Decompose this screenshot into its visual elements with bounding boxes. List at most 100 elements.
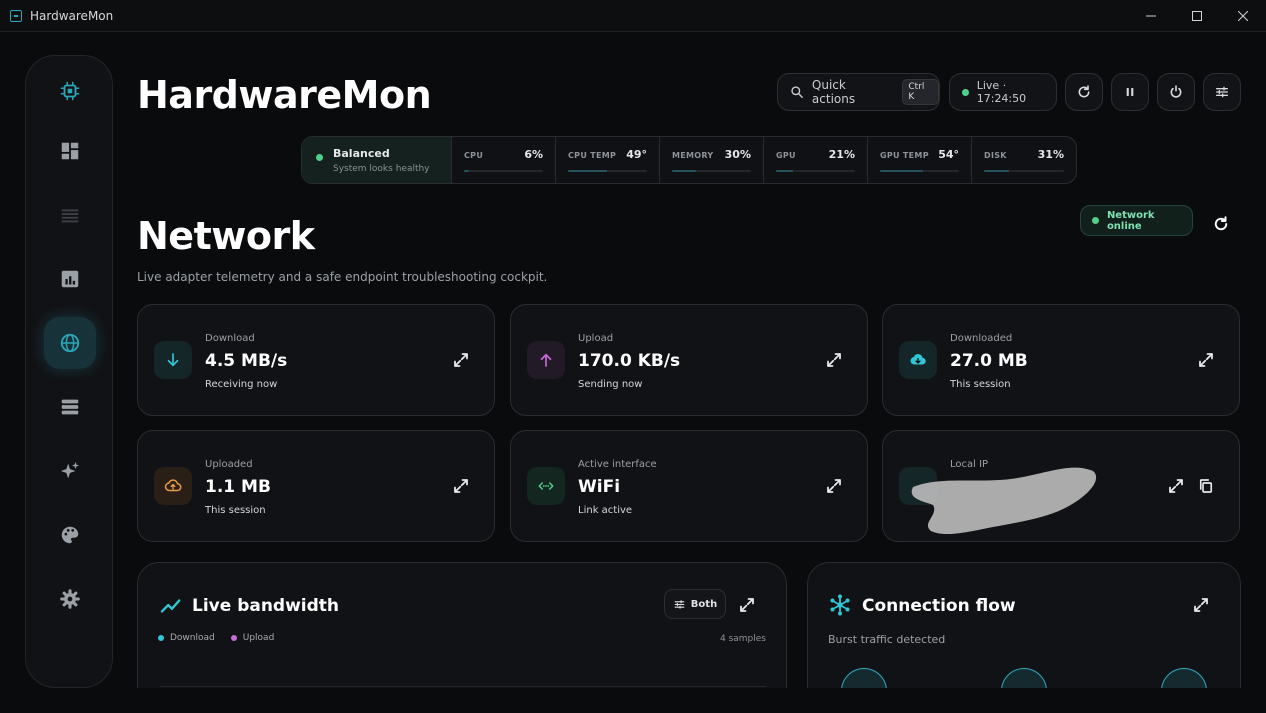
card-label: Active interface bbox=[578, 459, 657, 470]
cloud-download-icon bbox=[910, 354, 926, 365]
card-subtext: Receiving now bbox=[205, 379, 278, 390]
maximize-icon bbox=[1192, 11, 1202, 21]
maximize-button[interactable] bbox=[1174, 0, 1220, 32]
expand-icon[interactable] bbox=[825, 477, 843, 495]
sidebar-item-list[interactable] bbox=[44, 189, 96, 241]
sample-count: 4 samples bbox=[720, 634, 766, 644]
metric-memory: MEMORY 30% bbox=[660, 137, 764, 183]
palette-icon bbox=[61, 526, 79, 544]
legend-upload: Upload bbox=[242, 633, 275, 643]
sliders-icon bbox=[674, 599, 685, 609]
downloaded-total-card: Downloaded 27.0 MB This session bbox=[882, 304, 1240, 416]
close-button[interactable] bbox=[1220, 0, 1266, 32]
minimize-button[interactable] bbox=[1128, 0, 1174, 32]
metric-value: 31% bbox=[1037, 148, 1064, 161]
metric-label: DISK bbox=[984, 151, 1007, 160]
pause-button[interactable] bbox=[1111, 73, 1149, 111]
cpu-icon bbox=[60, 81, 80, 101]
metric-value: 49° bbox=[626, 148, 647, 161]
sidebar-item-sparkles[interactable] bbox=[44, 445, 96, 497]
expand-icon[interactable] bbox=[825, 351, 843, 369]
metric-label: GPU TEMP bbox=[880, 151, 929, 160]
expand-icon[interactable] bbox=[452, 477, 470, 495]
power-profile[interactable]: Balanced System looks healthy bbox=[302, 137, 452, 183]
reset-button[interactable] bbox=[1157, 73, 1195, 111]
sidebar-item-storage[interactable] bbox=[44, 381, 96, 433]
network-nodes-icon bbox=[830, 594, 850, 616]
metric-cpu-temp: CPU TEMP 49° bbox=[556, 137, 660, 183]
sidebar bbox=[25, 55, 113, 688]
card-icon-tile bbox=[154, 341, 192, 379]
sparkles-icon bbox=[60, 461, 80, 479]
title-bar: HardwareMon bbox=[0, 0, 1266, 32]
card-label: Upload bbox=[578, 333, 614, 344]
card-value: 170.0 KB/s bbox=[578, 351, 681, 371]
card-label: Download bbox=[205, 333, 255, 344]
card-icon-tile bbox=[527, 467, 565, 505]
expand-icon[interactable] bbox=[1197, 351, 1215, 369]
page-refresh-button[interactable] bbox=[1208, 211, 1234, 237]
cloud-upload-icon bbox=[164, 479, 182, 492]
local-ip-card: Local IP bbox=[882, 430, 1240, 542]
network-status-label: Network online bbox=[1106, 209, 1155, 232]
metric-label: CPU bbox=[464, 151, 484, 160]
metric-gpu-temp: GPU TEMP 54° bbox=[868, 137, 972, 183]
expand-icon[interactable] bbox=[452, 351, 470, 369]
trend-line-icon bbox=[160, 599, 181, 613]
card-icon-tile bbox=[527, 341, 565, 379]
sidebar-item-cpu[interactable] bbox=[44, 65, 96, 117]
filter-label: Both bbox=[690, 598, 718, 610]
app-title: HardwareMon bbox=[137, 73, 432, 117]
copy-icon[interactable] bbox=[1197, 477, 1215, 495]
globe-icon bbox=[60, 333, 80, 353]
arrow-down-icon bbox=[167, 353, 179, 367]
download-rate-card: Download 4.5 MB/s Receiving now bbox=[137, 304, 495, 416]
restart-icon bbox=[1170, 85, 1182, 98]
upload-legend-dot bbox=[230, 635, 237, 641]
sidebar-item-charts[interactable] bbox=[44, 253, 96, 305]
interface-icon bbox=[538, 482, 554, 490]
card-value: 1.1 MB bbox=[205, 477, 271, 497]
metric-value: 54° bbox=[938, 148, 959, 161]
chart-legend: Download Upload bbox=[158, 633, 274, 643]
metric-bar bbox=[672, 170, 751, 172]
sidebar-item-settings[interactable] bbox=[44, 573, 96, 625]
expand-icon[interactable] bbox=[738, 596, 756, 614]
card-icon-tile bbox=[899, 341, 937, 379]
refresh-button[interactable] bbox=[1065, 73, 1103, 111]
metric-bar bbox=[880, 170, 959, 172]
metric-bar bbox=[776, 170, 855, 172]
sidebar-item-dashboard[interactable] bbox=[44, 125, 96, 177]
card-value: 27.0 MB bbox=[950, 351, 1028, 371]
card-subtext: Link active bbox=[578, 505, 633, 516]
chart-icon bbox=[61, 270, 79, 288]
card-subtext: Sending now bbox=[578, 379, 643, 390]
metric-label: MEMORY bbox=[672, 151, 714, 160]
expand-icon[interactable] bbox=[1167, 477, 1185, 495]
close-icon bbox=[1238, 11, 1248, 21]
active-interface-card: Active interface WiFi Link active bbox=[510, 430, 868, 542]
pause-icon bbox=[1126, 88, 1134, 96]
shortcut-badge: Ctrl K bbox=[902, 79, 939, 105]
sidebar-item-themes[interactable] bbox=[44, 509, 96, 561]
page-title: Network bbox=[137, 214, 315, 258]
metric-cpu: CPU 6% bbox=[452, 137, 556, 183]
live-status-dot bbox=[962, 88, 969, 96]
profile-name: Balanced bbox=[333, 147, 390, 160]
dashboard-icon bbox=[61, 142, 79, 160]
sidebar-item-network[interactable] bbox=[44, 317, 96, 369]
card-value: WiFi bbox=[578, 477, 621, 497]
direction-filter-button[interactable]: Both bbox=[664, 589, 726, 619]
system-status-strip: Balanced System looks healthy CPU 6% CPU… bbox=[301, 136, 1077, 184]
search-icon bbox=[791, 86, 803, 98]
tune-button[interactable] bbox=[1203, 73, 1241, 111]
quick-actions-button[interactable]: Quick actions Ctrl K bbox=[777, 73, 940, 111]
arrow-up-icon bbox=[540, 353, 552, 367]
expand-icon[interactable] bbox=[1192, 596, 1210, 614]
network-status-badge: Network online bbox=[1080, 205, 1193, 236]
window-title: HardwareMon bbox=[30, 8, 114, 23]
window-bottom-edge bbox=[0, 688, 1266, 713]
upload-rate-card: Upload 170.0 KB/s Sending now bbox=[510, 304, 868, 416]
quick-actions-label: Quick actions bbox=[811, 78, 856, 106]
card-subtext: This session bbox=[205, 505, 266, 516]
